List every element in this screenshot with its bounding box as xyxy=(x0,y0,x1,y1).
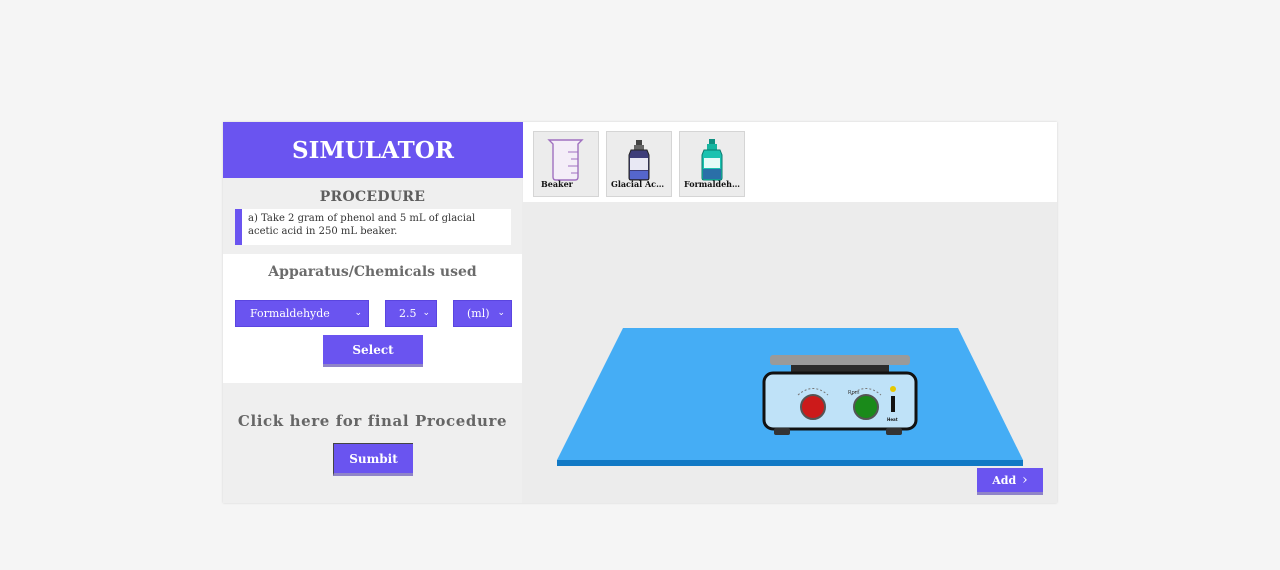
quantity-select[interactable]: 2.5 ⌄ xyxy=(385,300,437,327)
simulator-panel: SIMULATOR PROCEDURE a) Take 2 gram of ph… xyxy=(223,122,1057,503)
unit-select[interactable]: (ml) ⌄ xyxy=(453,300,512,327)
submit-button[interactable]: Sumbit xyxy=(333,443,413,476)
simulator-title: SIMULATOR xyxy=(223,122,523,178)
chemical-select[interactable]: Formaldehyde ⌄ xyxy=(235,300,369,327)
formaldehyde-bottle-icon xyxy=(701,139,723,181)
chevron-down-icon: ⌄ xyxy=(354,308,362,318)
select-button[interactable]: Select xyxy=(323,335,423,367)
heat-label: Heat xyxy=(887,417,898,422)
toolbar-item-glacial-acetic-acid[interactable]: Glacial Acetic Acid xyxy=(606,131,672,197)
chevron-down-icon: ⌄ xyxy=(422,308,430,318)
heat-knob[interactable] xyxy=(800,394,826,420)
toolbar-item-formaldehyde[interactable]: Formaldehyde xyxy=(679,131,745,197)
apparatus-title: Apparatus/Chemicals used xyxy=(268,264,477,280)
left-panel: SIMULATOR PROCEDURE a) Take 2 gram of ph… xyxy=(223,122,523,503)
indicator-light xyxy=(890,386,896,392)
final-procedure-title: Click here for final Procedure xyxy=(237,412,508,430)
add-button[interactable]: Add › xyxy=(977,468,1043,495)
heat-switch[interactable] xyxy=(891,396,895,412)
toolbar-item-label: Glacial Acetic Acid xyxy=(611,179,671,189)
procedure-step: a) Take 2 gram of phenol and 5 mL of gla… xyxy=(235,209,511,245)
toolbar-item-label: Beaker xyxy=(541,179,573,189)
chevron-right-icon: › xyxy=(1022,472,1028,488)
chevron-down-icon: ⌄ xyxy=(497,308,505,318)
apparatus-section: Apparatus/Chemicals used Formaldehyde ⌄ … xyxy=(223,254,522,383)
acid-bottle-icon xyxy=(628,140,650,181)
rpm-label: Rpm xyxy=(848,390,860,396)
beaker-icon xyxy=(547,139,584,181)
lab-table-edge xyxy=(557,460,1023,466)
workspace: Rpm Heat xyxy=(557,328,1023,466)
rpm-knob[interactable] xyxy=(853,394,879,420)
chemical-select-value: Formaldehyde xyxy=(250,307,330,320)
apparatus-toolbar: Beaker Glacial Acetic Acid Formaldehyde xyxy=(523,122,1057,202)
unit-select-value: (ml) xyxy=(467,307,490,320)
toolbar-item-label: Formaldehyde xyxy=(684,179,744,189)
procedure-title: PROCEDURE xyxy=(319,189,426,205)
procedure-step-text: a) Take 2 gram of phenol and 5 mL of gla… xyxy=(248,213,476,237)
quantity-select-value: 2.5 xyxy=(399,307,417,320)
toolbar-item-beaker[interactable]: Beaker xyxy=(533,131,599,197)
add-button-label: Add xyxy=(992,473,1017,487)
